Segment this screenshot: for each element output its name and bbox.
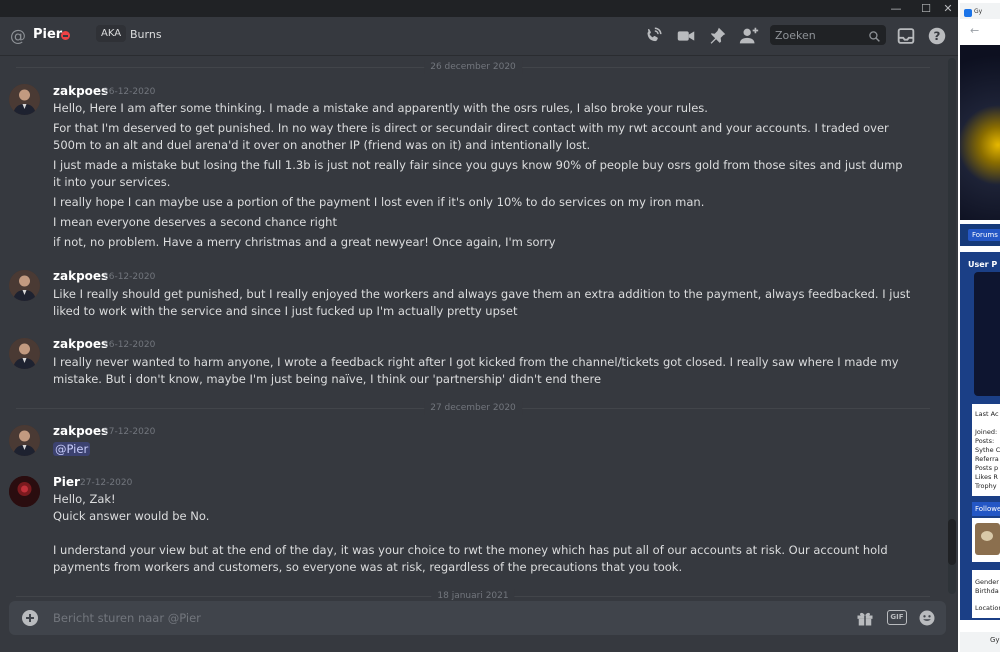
avatar[interactable] [9,84,40,115]
avatar[interactable] [9,476,40,507]
message-line: Like I really should get punished, but I… [53,287,911,318]
message-line: Quick answer would be No. [53,509,210,523]
message-line: I understand your view but at the end of… [53,543,888,574]
message-line: @Pier [53,441,913,458]
dnd-status-icon [61,31,70,40]
nav-forums-button[interactable]: Forums [968,229,1000,241]
date-divider: 26 december 2020 [0,60,946,74]
discord-window: — ☐ ✕ @ Pier AKA Burns ? [0,0,958,652]
message-timestamp: 27-12-2020 [80,478,133,488]
message-line: I just made a mistake but losing the ful… [53,158,903,189]
message-author[interactable]: zakpoes [53,269,108,283]
at-icon: @ [10,26,26,45]
message-line: For that I'm deserved to get punished. I… [53,121,889,152]
avatar[interactable] [9,338,40,369]
svg-text:?: ? [934,29,941,43]
search-icon [868,28,881,42]
voice-call-icon[interactable] [642,25,664,47]
gift-icon[interactable] [855,608,875,628]
alias-name: Burns [130,28,162,41]
message-timestamp: 26-12-2020 [103,272,156,282]
message-author[interactable]: Pier [53,475,80,489]
message-input[interactable] [53,610,813,626]
message-line: Hello, Zak! [53,492,116,506]
follower-avatar[interactable] [975,523,1000,555]
help-icon[interactable]: ? [926,25,948,47]
message-line: I mean everyone deserves a second chance… [53,215,337,229]
favicon-icon [964,9,972,17]
message-timestamp: 26-12-2020 [103,340,156,350]
followers-header: Followe [972,502,1000,516]
aka-badge: AKA [96,25,127,42]
search-box[interactable] [770,25,886,45]
search-input[interactable] [775,27,863,43]
video-call-icon[interactable] [675,25,697,47]
scrollbar-track[interactable] [948,58,956,594]
profile-details: Gender Birthda Location [972,570,1000,618]
browser-bottom-tab[interactable]: Gy [960,632,1000,652]
gif-button[interactable]: GIF [887,610,907,625]
message-author[interactable]: zakpoes [53,84,108,98]
title-bar: — ☐ ✕ [0,0,958,17]
channel-header: @ Pier AKA Burns ? [0,17,958,56]
avatar[interactable] [9,425,40,456]
background-browser-window: Gy ← Forums User P Last Ac Joined: Posts… [958,0,1000,652]
message-author[interactable]: zakpoes [53,424,108,438]
message-line: I really hope I can maybe use a portion … [53,195,705,209]
site-banner-image [960,45,1000,220]
dm-recipient-name[interactable]: Pier [33,27,62,42]
maximize-button[interactable]: ☐ [915,0,937,17]
message-timestamp: 26-12-2020 [103,87,156,97]
back-arrow-icon[interactable]: ← [970,24,979,37]
attach-plus-icon[interactable] [22,610,38,626]
site-navbar: Forums [960,224,1000,246]
profile-banner-image [974,272,1000,396]
message-composer: GIF [9,601,946,635]
message-line: if not, no problem. Have a merry christm… [53,235,556,249]
follower-list [972,518,1000,562]
close-button[interactable]: ✕ [937,0,958,17]
inbox-icon[interactable] [895,25,917,47]
browser-tab[interactable]: Gy [960,3,1000,19]
emoji-icon[interactable] [917,608,937,628]
panel-title: User P [968,260,998,269]
pin-icon[interactable] [706,25,728,47]
date-divider: 27 december 2020 [0,401,946,415]
minimize-button[interactable]: — [885,0,907,17]
avatar[interactable] [9,270,40,301]
message-author[interactable]: zakpoes [53,337,108,351]
scrollbar-thumb[interactable] [948,519,956,565]
message-line: I really never wanted to harm anyone, I … [53,355,899,386]
message-list: 26 december 2020 zakpoes 26-12-2020 Hell… [0,56,946,603]
profile-stats: Last Ac Joined: Posts: Sythe C Referra P… [972,404,1000,496]
message-line: Hello, Here I am after some thinking. I … [53,101,708,115]
add-friend-icon[interactable] [738,25,760,47]
message-timestamp: 27-12-2020 [103,427,156,437]
user-mention[interactable]: @Pier [53,442,91,456]
